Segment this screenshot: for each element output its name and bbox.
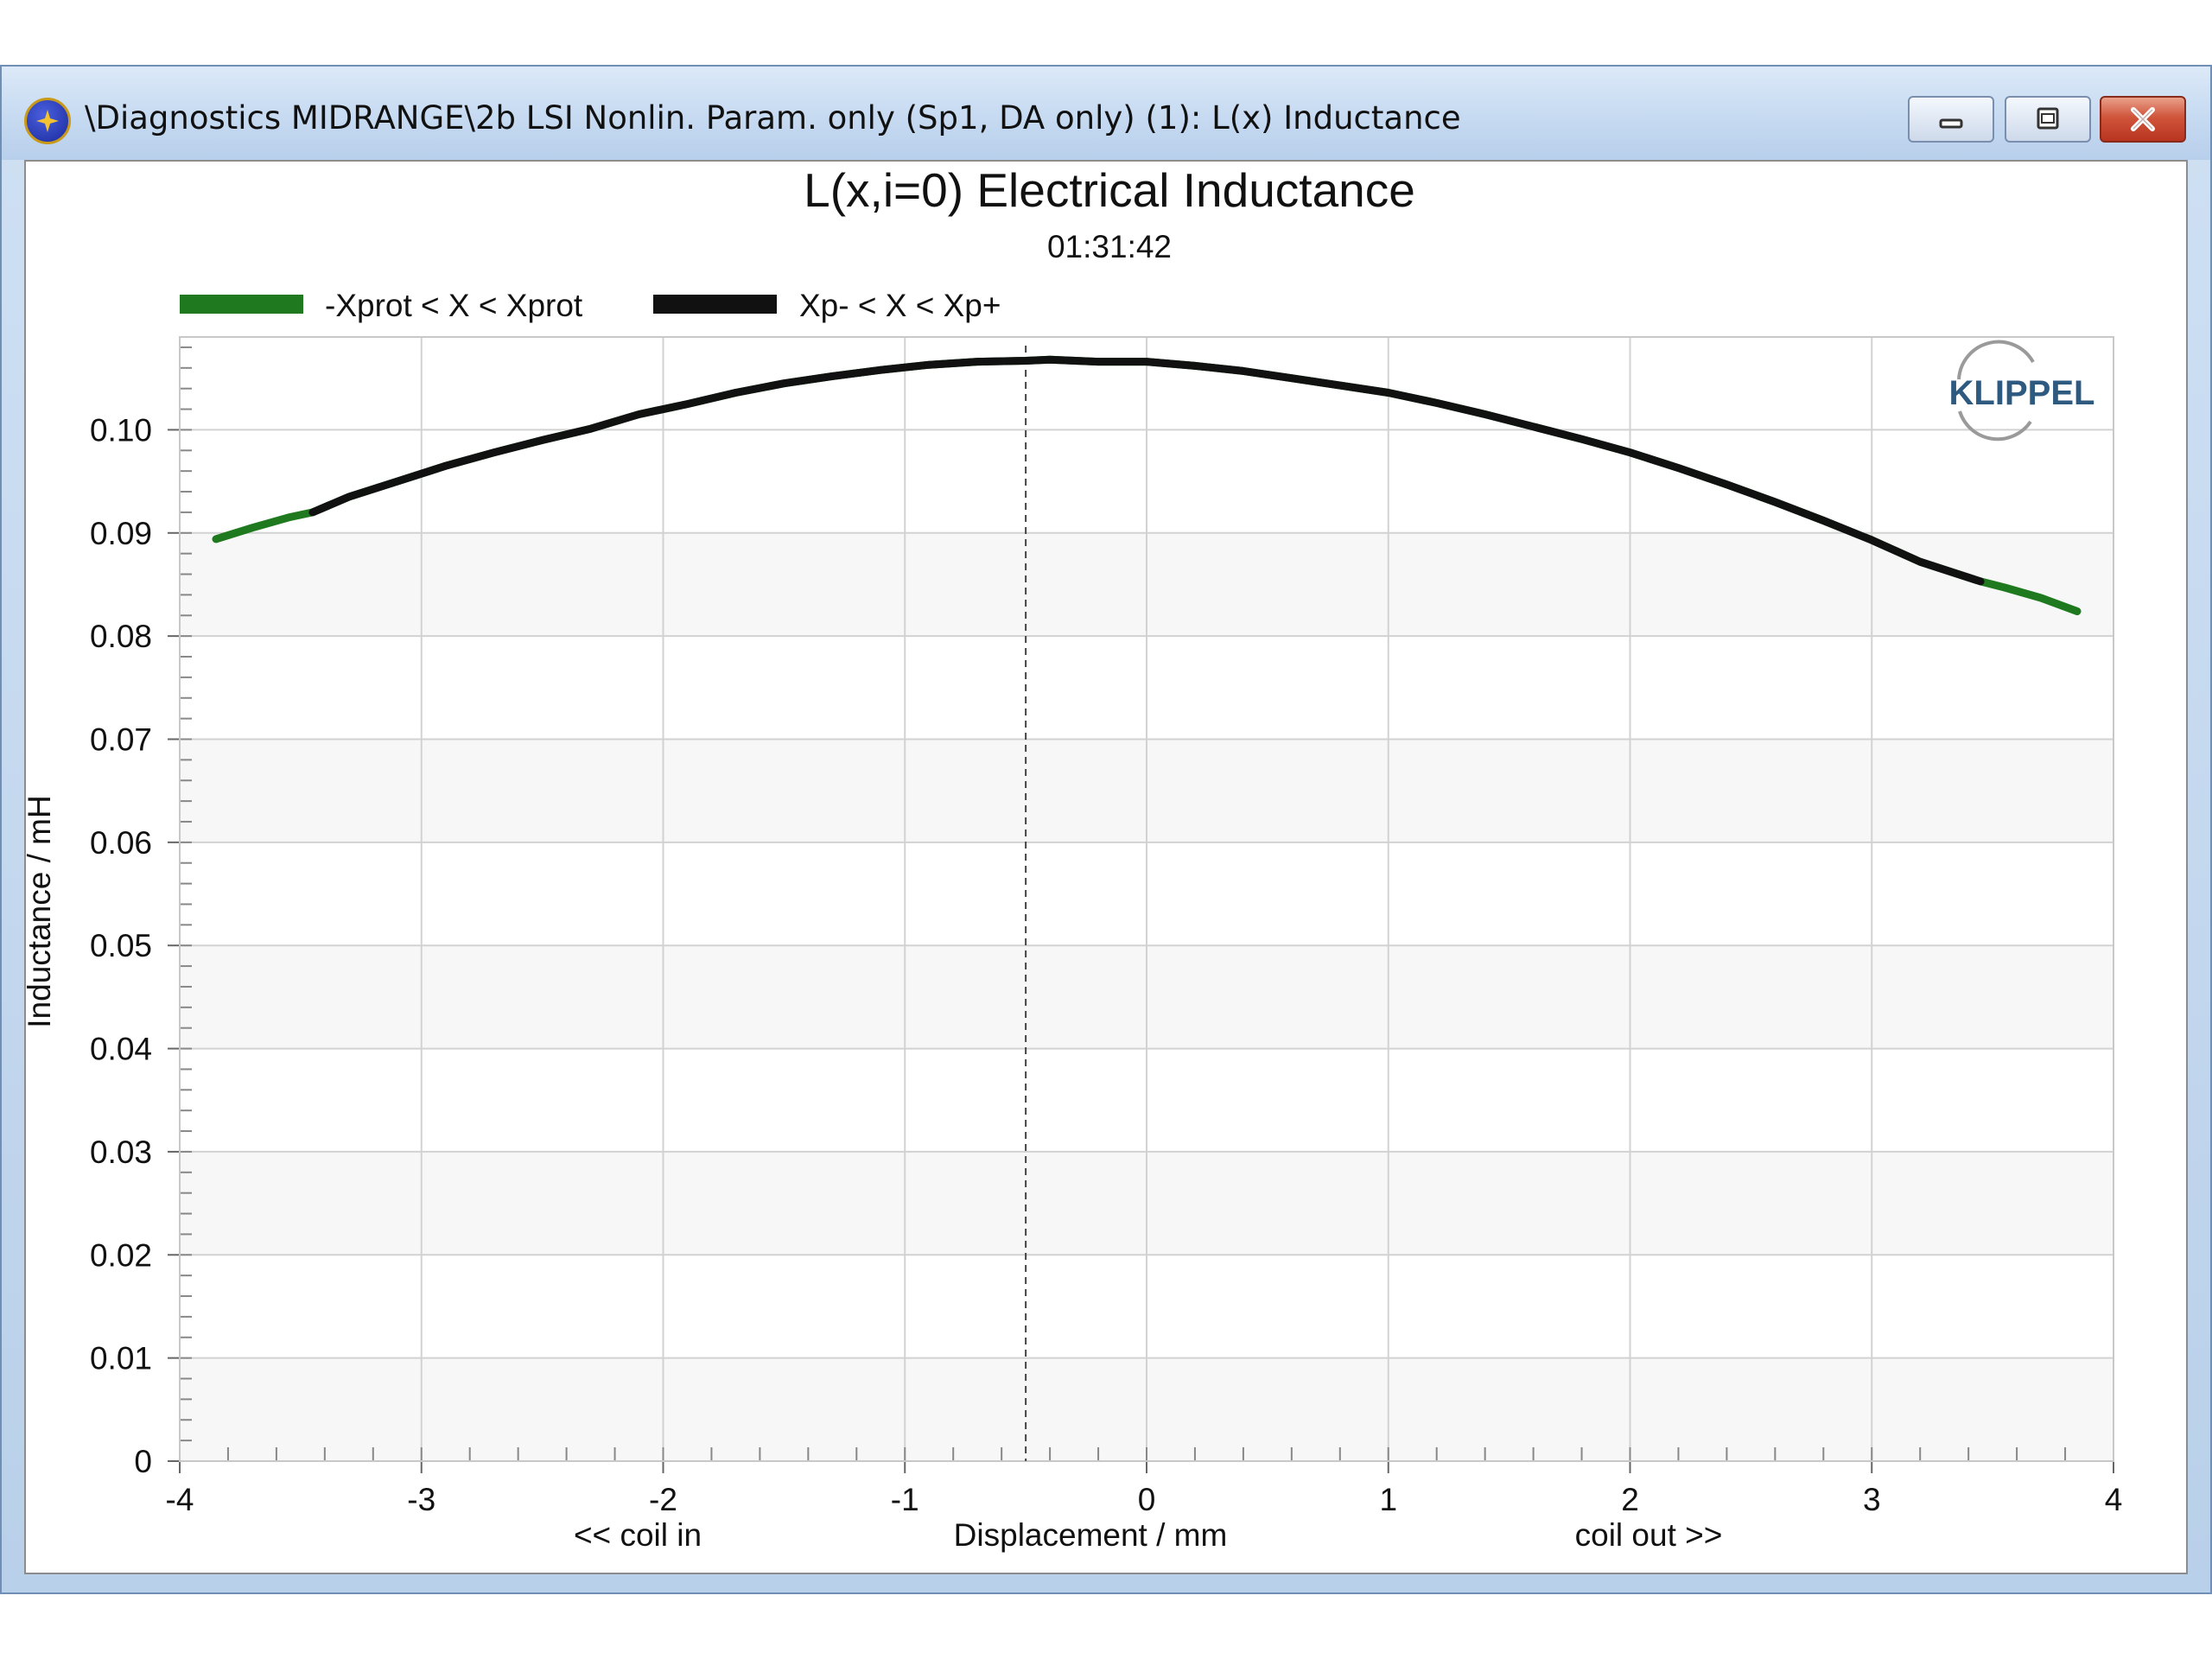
y-tick-label: 0.07	[90, 721, 152, 757]
legend-label-xp: Xp- < X < Xp+	[799, 288, 1001, 323]
klippel-logo-text: KLIPPEL	[1949, 374, 2095, 412]
y-tick-label: 0.10	[90, 412, 152, 448]
x-axis-coil-in-label: << coil in	[574, 1517, 702, 1553]
x-tick-label: -2	[649, 1482, 677, 1517]
minimize-icon	[1939, 118, 1963, 129]
chart-panel: 0 0.01 0.02 0.03 0.04 0.05 0.06 0.07 0.08 0.09 0.1…	[24, 160, 2188, 1574]
x-axis-coil-out-label: coil out >>	[1575, 1517, 1723, 1553]
maximize-button[interactable]	[2005, 96, 2091, 143]
chart-subtitle-time: 01:31:42	[1047, 229, 1172, 264]
legend-swatch-xp	[653, 295, 777, 314]
x-tick-label: -4	[166, 1482, 194, 1517]
close-icon	[2131, 107, 2155, 131]
y-tick-label: 0.03	[90, 1135, 152, 1170]
y-tick-label: 0.01	[90, 1341, 152, 1376]
window-title: \Diagnostics MIDRANGE\2b LSI Nonlin. Par…	[85, 99, 1461, 137]
x-tick-label: 2	[1621, 1482, 1639, 1517]
app-window: \Diagnostics MIDRANGE\2b LSI Nonlin. Par…	[0, 65, 2212, 1594]
legend-swatch-xprot	[180, 295, 303, 314]
legend-label-xprot: -Xprot < X < Xprot	[325, 288, 583, 323]
y-axis-label: Inductance / mH	[26, 795, 57, 1027]
klippel-app-icon[interactable]	[24, 98, 71, 144]
y-tick-label: 0.09	[90, 516, 152, 551]
title-bar[interactable]: \Diagnostics MIDRANGE\2b LSI Nonlin. Par…	[2, 67, 2210, 160]
chart-canvas: 0 0.01 0.02 0.03 0.04 0.05 0.06 0.07 0.08 0.09 0.1…	[26, 163, 2123, 1553]
legend: -Xprot < X < Xprot Xp- < X < Xp+	[180, 288, 1001, 323]
y-tick-label: 0.06	[90, 825, 152, 861]
close-button[interactable]	[2100, 96, 2186, 143]
x-tick-label: 0	[1138, 1482, 1156, 1517]
x-tick-label: 3	[1863, 1482, 1881, 1517]
y-tick-label: 0	[134, 1444, 152, 1479]
y-tick-label: 0.02	[90, 1237, 152, 1273]
minimize-button[interactable]	[1908, 96, 1994, 143]
chart-title: L(x,i=0) Electrical Inductance	[804, 163, 1415, 217]
x-tick-label: 1	[1379, 1482, 1397, 1517]
x-axis-label: Displacement / mm	[954, 1517, 1228, 1553]
y-tick-label: 0.04	[90, 1032, 152, 1067]
y-tick-label: 0.08	[90, 619, 152, 654]
y-tick-label: 0.05	[90, 928, 152, 963]
x-tick-label: -1	[891, 1482, 919, 1517]
maximize-icon	[2037, 107, 2059, 130]
x-tick-label: 4	[2105, 1482, 2123, 1517]
x-tick-label: -3	[407, 1482, 435, 1517]
